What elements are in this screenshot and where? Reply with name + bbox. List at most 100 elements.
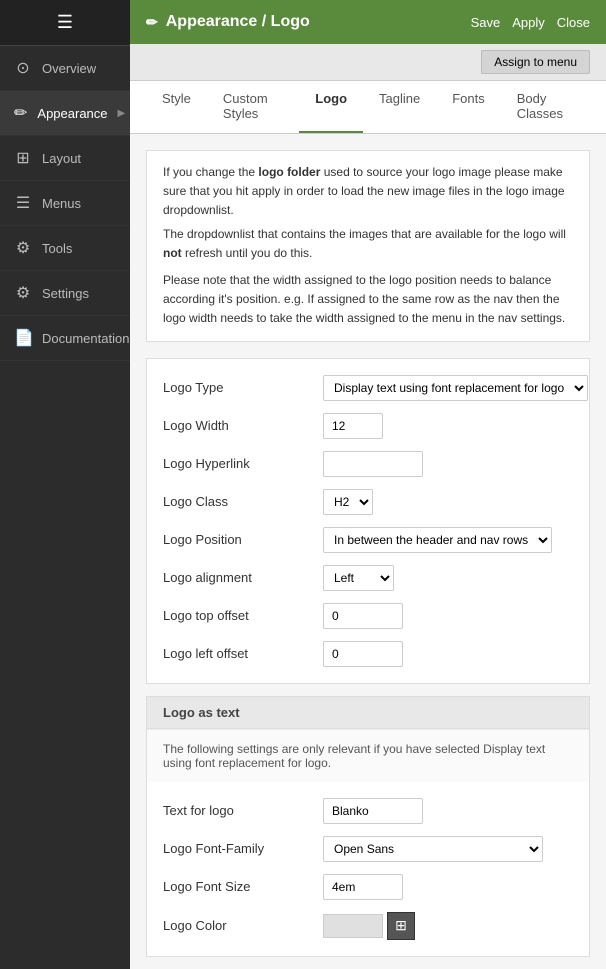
logo-width-control [323,413,573,439]
content-area: If you change the logo folder used to so… [130,134,606,969]
logo-font-size-row: Logo Font Size [163,874,573,900]
logo-hyperlink-input[interactable] [323,451,423,477]
sidebar-item-appearance[interactable]: ✏ Appearance ▶ [0,91,130,136]
logo-font-size-label: Logo Font Size [163,879,323,894]
sidebar: ☰ ⊙ Overview ✏ Appearance ▶ ⊞ Layout ☰ M… [0,0,130,969]
sidebar-item-menus[interactable]: ☰ Menus [0,181,130,226]
sidebar-item-overview[interactable]: ⊙ Overview [0,46,130,91]
sidebar-item-tools[interactable]: ⚙ Tools [0,226,130,271]
logo-width-input-group [323,413,573,439]
apply-button[interactable]: Apply [512,15,545,30]
logo-alignment-label: Logo alignment [163,570,323,585]
header-actions: Save Apply Close [471,15,590,30]
logo-left-offset-input[interactable] [323,641,403,667]
logo-type-row: Logo Type Display text using font replac… [163,375,573,401]
text-for-logo-control [323,798,573,824]
logo-width-label: Logo Width [163,418,323,433]
logo-color-row: Logo Color ⊞ [163,912,573,940]
logo-position-row: Logo Position In between the header and … [163,527,573,553]
header-title-group: ✏ Appearance / Logo [146,13,310,31]
sidebar-item-settings[interactable]: ⚙ Settings [0,271,130,316]
logo-position-control: In between the header and nav rows Heade… [323,527,573,553]
logo-type-label: Logo Type [163,380,323,395]
logo-as-text-note: The following settings are only relevant… [147,729,589,782]
page-title: Appearance / Logo [166,13,310,31]
logo-width-row: Logo Width [163,413,573,439]
save-button[interactable]: Save [471,15,501,30]
settings-icon: ⚙ [14,283,32,303]
sidebar-item-label: Menus [42,196,81,211]
logo-class-control: H1 H2 H3 H4 [323,489,573,515]
sidebar-item-label: Appearance [37,106,107,121]
appearance-icon: ✏ [14,103,27,123]
text-for-logo-row: Text for logo [163,798,573,824]
menus-icon: ☰ [14,193,32,213]
logo-top-offset-input[interactable] [323,603,403,629]
logo-text-form-body: Text for logo Logo Font-Family Open Sans… [147,782,589,956]
logo-class-select[interactable]: H1 H2 H3 H4 [323,489,373,515]
tools-icon: ⚙ [14,238,32,258]
logo-hyperlink-row: Logo Hyperlink [163,451,573,477]
sidebar-item-label: Settings [42,286,89,301]
logo-top-offset-control [323,603,573,629]
info-text-2: The dropdownlist that contains the image… [163,225,573,263]
logo-position-label: Logo Position [163,532,323,547]
logo-left-offset-row: Logo left offset [163,641,573,667]
logo-font-size-input[interactable] [323,874,403,900]
tab-style[interactable]: Style [146,81,207,133]
sidebar-item-label: Documentation [42,331,129,346]
logo-color-label: Logo Color [163,918,323,933]
logo-icon: ☰ [57,12,73,32]
overview-icon: ⊙ [14,58,32,78]
text-for-logo-input[interactable] [323,798,423,824]
logo-font-family-select[interactable]: Open Sans Arial Helvetica Georgia [323,836,543,862]
logo-class-row: Logo Class H1 H2 H3 H4 [163,489,573,515]
doc-icon: 📄 [14,328,32,348]
assign-bar: Assign to menu [130,44,606,81]
logo-type-select[interactable]: Display text using font replacement for … [323,375,588,401]
header-bar: ✏ Appearance / Logo Save Apply Close [130,0,606,44]
logo-width-input[interactable] [323,413,383,439]
sidebar-item-label: Tools [42,241,72,256]
logo-as-text-section: Logo as text The following settings are … [146,696,590,957]
pencil-icon: ✏ [146,14,158,31]
logo-font-family-control: Open Sans Arial Helvetica Georgia [323,836,573,862]
logo-font-family-label: Logo Font-Family [163,841,323,856]
info-box: If you change the logo folder used to so… [146,150,590,342]
logo-top-offset-label: Logo top offset [163,608,323,623]
bold-logo-folder: logo folder [258,165,320,179]
info-text-1: If you change the logo folder used to so… [163,163,573,221]
bold-not: not [163,246,182,260]
sidebar-item-label: Layout [42,151,81,166]
logo-alignment-select[interactable]: Left Center Right [323,565,394,591]
logo-alignment-control: Left Center Right [323,565,573,591]
logo-color-control: ⊞ [323,912,573,940]
sidebar-item-label: Overview [42,61,96,76]
logo-font-size-control [323,874,573,900]
text-for-logo-label: Text for logo [163,803,323,818]
close-button[interactable]: Close [557,15,590,30]
tabs-bar: Style Custom Styles Logo Tagline Fonts B… [130,81,606,134]
sidebar-item-layout[interactable]: ⊞ Layout [0,136,130,181]
logo-alignment-row: Logo alignment Left Center Right [163,565,573,591]
assign-to-menu-button[interactable]: Assign to menu [481,50,590,74]
logo-hyperlink-control [323,451,573,477]
form-body: Logo Type Display text using font replac… [147,359,589,683]
tab-logo[interactable]: Logo [299,81,363,133]
chevron-right-icon: ▶ [118,108,126,119]
logo-type-control: Display text using font replacement for … [323,375,588,401]
logo-left-offset-control [323,641,573,667]
color-picker-group: ⊞ [323,912,573,940]
sidebar-item-documentation[interactable]: 📄 Documentation [0,316,130,361]
color-picker-button[interactable]: ⊞ [387,912,415,940]
logo-hyperlink-label: Logo Hyperlink [163,456,323,471]
tab-body-classes[interactable]: Body Classes [501,81,590,133]
tab-tagline[interactable]: Tagline [363,81,436,133]
info-text-3: Please note that the width assigned to t… [163,271,573,329]
tab-fonts[interactable]: Fonts [436,81,501,133]
tab-custom-styles[interactable]: Custom Styles [207,81,299,133]
logo-as-text-header: Logo as text [147,697,589,729]
logo-position-select[interactable]: In between the header and nav rows Heade… [323,527,552,553]
form-fields-section: Logo Type Display text using font replac… [146,358,590,684]
main-content: ✏ Appearance / Logo Save Apply Close Ass… [130,0,606,969]
